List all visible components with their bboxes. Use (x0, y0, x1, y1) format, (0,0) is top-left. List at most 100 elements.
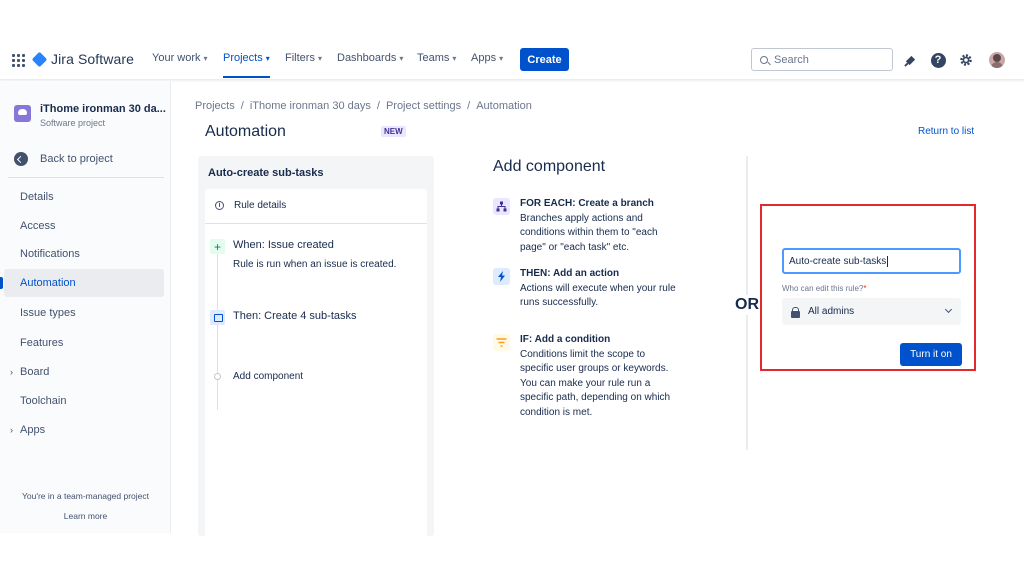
project-name[interactable]: iThome ironman 30 da... (40, 103, 166, 115)
rule-components-card: i Rule details + When: Issue created Rul… (205, 189, 427, 539)
nav-label: Your work (152, 52, 201, 64)
breadcrumb-separator: / (467, 100, 471, 112)
nav-apps[interactable]: Apps ▾ (471, 52, 503, 64)
filter-icon (493, 334, 510, 351)
action-component-option[interactable]: THEN: Add an action Actions will execute… (493, 267, 680, 311)
sidebar-item-label: Notifications (20, 248, 80, 260)
timeline-line (217, 245, 218, 410)
info-icon: i (215, 201, 224, 210)
sidebar-item-features[interactable]: Features (4, 329, 164, 357)
team-managed-note: You're in a team-managed project (22, 491, 149, 501)
nav-label: Apps (471, 52, 497, 64)
sidebar-item-access[interactable]: Access (4, 212, 164, 240)
return-to-list-link[interactable]: Return to list (918, 126, 974, 137)
chevron-down-icon: ▾ (265, 53, 270, 63)
text-cursor (887, 255, 889, 267)
search-icon (760, 55, 768, 64)
chevron-down-icon: ▾ (317, 53, 322, 63)
help-icon: ? (930, 52, 946, 68)
nav-projects[interactable]: Projects ▾ (223, 52, 270, 78)
nav-label: Filters (285, 52, 315, 64)
sidebar-divider (8, 177, 164, 178)
who-can-edit-label: Who can edit this rule?* (782, 284, 867, 293)
rule-details-item[interactable]: i Rule details (215, 200, 286, 211)
learn-more-link[interactable]: Learn more (0, 511, 171, 521)
edit-label-text: Who can edit this rule? (782, 284, 864, 293)
branch-component-option[interactable]: FOR EACH: Create a branch Branches apply… (493, 197, 680, 255)
condition-heading: IF: Add a condition (520, 334, 611, 345)
chevron-right-icon: › (10, 367, 13, 377)
sidebar-item-issue-types[interactable]: Issue types (4, 299, 164, 327)
breadcrumb-project-settings[interactable]: Project settings (386, 100, 461, 112)
jira-logo[interactable]: Jira Software (31, 51, 134, 67)
chevron-down-icon: ▾ (203, 53, 208, 63)
chevron-down-icon: ▾ (499, 53, 504, 63)
breadcrumb-separator: / (240, 100, 244, 112)
sidebar-item-notifications[interactable]: Notifications (4, 240, 164, 268)
or-label: OR (735, 295, 759, 315)
condition-component-option[interactable]: IF: Add a condition Conditions limit the… (493, 333, 680, 420)
branch-heading: FOR EACH: Create a branch (520, 198, 654, 209)
nav-teams[interactable]: Teams ▾ (417, 52, 456, 64)
notifications-icon[interactable] (902, 52, 918, 68)
project-avatar-icon (14, 105, 31, 122)
add-component-dot-icon (214, 373, 221, 380)
turn-it-on-button[interactable]: Turn it on (900, 343, 962, 366)
project-type: Software project (40, 118, 106, 128)
lightning-icon (493, 268, 510, 285)
branch-description: Branches apply actions and conditions wi… (520, 212, 658, 253)
rule-title: Auto-create sub-tasks (208, 167, 324, 179)
search-input[interactable]: Search (751, 48, 893, 71)
add-component-item[interactable]: Add component (233, 371, 303, 382)
breadcrumb-separator: / (376, 100, 380, 112)
sidebar-item-automation[interactable]: Automation (0, 269, 164, 297)
action-label[interactable]: Then: Create 4 sub-tasks (233, 310, 357, 322)
editor-select[interactable]: All admins (782, 298, 961, 325)
chevron-down-icon: ▾ (452, 53, 457, 63)
arrow-left-circle-icon (14, 152, 28, 166)
chevron-down-icon: ▾ (399, 53, 404, 63)
nav-your-work[interactable]: Your work ▾ (152, 52, 208, 64)
avatar-image (989, 52, 1005, 68)
breadcrumb-project[interactable]: iThome ironman 30 days (250, 100, 371, 112)
rule-divider (205, 223, 427, 224)
user-avatar[interactable] (989, 52, 1005, 68)
rule-name-input[interactable]: Auto-create sub-tasks (782, 248, 961, 274)
app-name: Jira Software (51, 51, 134, 67)
chevron-right-icon: › (10, 425, 13, 435)
sidebar-item-toolchain[interactable]: Toolchain (4, 387, 164, 415)
nav-dashboards[interactable]: Dashboards ▾ (337, 52, 403, 64)
sidebar-item-board[interactable]: › Board (4, 358, 164, 386)
top-navigation: Jira Software Your work ▾ Projects ▾ Filte… (0, 40, 1024, 80)
sidebar-item-apps[interactable]: › Apps (4, 416, 164, 444)
sidebar-item-label: Apps (20, 424, 46, 436)
nav-label: Dashboards (337, 52, 397, 64)
sidebar-item-label: Automation (20, 277, 76, 289)
back-to-project-link[interactable]: Back to project (14, 152, 113, 166)
settings-gear-icon[interactable] (958, 52, 974, 68)
sidebar-item-details[interactable]: Details (4, 183, 164, 211)
create-button[interactable]: Create (520, 48, 569, 71)
new-badge: NEW (381, 126, 406, 137)
help-icon-wrap[interactable]: ? (930, 52, 946, 68)
trigger-label[interactable]: When: Issue created (233, 239, 334, 251)
subtask-action-icon (210, 310, 225, 325)
required-asterisk: * (863, 284, 867, 293)
search-placeholder: Search (774, 53, 809, 66)
action-description: Actions will execute when your rule runs… (520, 282, 676, 309)
editor-select-value: All admins (808, 306, 855, 317)
nav-filters[interactable]: Filters ▾ (285, 52, 322, 64)
back-label: Back to project (40, 153, 113, 165)
rule-details-label: Rule details (234, 200, 287, 211)
rule-panel: Auto-create sub-tasks i Rule details + W… (198, 156, 434, 539)
breadcrumb-projects[interactable]: Projects (195, 100, 235, 112)
sidebar-item-label: Details (20, 191, 54, 203)
condition-description: Conditions limit the scope to specific u… (520, 348, 671, 418)
project-sidebar: iThome ironman 30 da... Software project… (0, 81, 171, 533)
app-switcher-icon[interactable] (12, 54, 25, 67)
nav-label: Teams (417, 52, 450, 64)
sidebar-item-label: Access (20, 220, 56, 232)
trigger-description: Rule is run when an issue is created. (233, 259, 397, 270)
breadcrumb-automation[interactable]: Automation (476, 100, 532, 112)
rule-name-value: Auto-create sub-tasks (789, 255, 887, 267)
